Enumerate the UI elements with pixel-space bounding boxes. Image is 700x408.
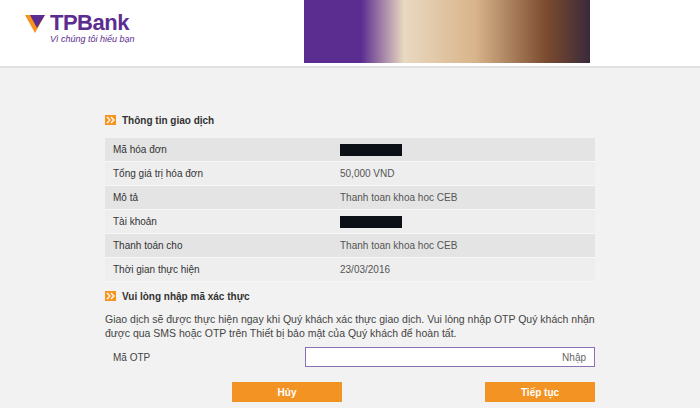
row-label: Tài khoản: [105, 216, 340, 227]
table-row: Tài khoản: [105, 210, 595, 234]
triangle-logo-icon: [24, 12, 46, 34]
double-chevron-icon: [105, 291, 116, 301]
table-row: Mô tả Thanh toan khoa hoc CEB: [105, 186, 595, 210]
section-title-text: Vui lòng nhập mã xác thực: [122, 291, 249, 302]
logo[interactable]: TPBank Vì chúng tôi hiểu bạn: [24, 0, 135, 44]
logo-row: TPBank: [24, 10, 135, 36]
button-bar: Hủy Tiếp tục: [105, 382, 595, 402]
section-title: Thông tin giao dịch: [105, 112, 595, 128]
action-button[interactable]: Tiếp tục: [485, 382, 595, 402]
main-content: Thông tin giao dịch Mã hóa đơn Tổng giá …: [0, 68, 700, 408]
otp-instructions: Giao dịch sẽ được thực hiện ngay khi Quý…: [105, 312, 595, 340]
otp-label: Mã OTP: [105, 352, 305, 363]
table-row: Thanh toán cho Thanh toan khoa hoc CEB: [105, 234, 595, 258]
otp-row: Mã OTP: [105, 346, 595, 368]
redacted-value: [340, 216, 402, 228]
brand-name: TPBank: [50, 10, 129, 36]
row-value: 23/03/2016: [340, 264, 390, 275]
action-button[interactable]: Hủy: [232, 382, 342, 402]
tagline: Vì chúng tôi hiểu bạn: [50, 34, 135, 44]
row-label: Mô tả: [105, 192, 340, 203]
row-label: Thanh toán cho: [105, 240, 340, 251]
header: TPBank Vì chúng tôi hiểu bạn: [0, 0, 700, 68]
row-value: Thanh toan khoa hoc CEB: [340, 240, 457, 251]
promo-banner[interactable]: [304, 0, 590, 63]
row-label: Mã hóa đơn: [105, 144, 340, 155]
double-chevron-icon: [105, 115, 116, 125]
row-value: 50,000 VND: [340, 168, 394, 179]
row-label: Tổng giá trị hóa đơn: [105, 168, 340, 179]
transaction-table: Mã hóa đơn Tổng giá trị hóa đơn 50,000 V…: [105, 138, 595, 282]
section-title: Vui lòng nhập mã xác thực: [105, 288, 595, 304]
table-row: Thời gian thực hiện 23/03/2016: [105, 258, 595, 282]
content: Thông tin giao dịch Mã hóa đơn Tổng giá …: [105, 68, 595, 408]
otp-input[interactable]: [305, 347, 595, 367]
table-row: Mã hóa đơn: [105, 138, 595, 162]
table-row: Tổng giá trị hóa đơn 50,000 VND: [105, 162, 595, 186]
row-label: Thời gian thực hiện: [105, 264, 340, 275]
section-title-text: Thông tin giao dịch: [122, 115, 214, 126]
payment-page: TPBank Vì chúng tôi hiểu bạn Thông tin g…: [0, 0, 700, 408]
redacted-value: [340, 144, 402, 156]
row-value: Thanh toan khoa hoc CEB: [340, 192, 457, 203]
